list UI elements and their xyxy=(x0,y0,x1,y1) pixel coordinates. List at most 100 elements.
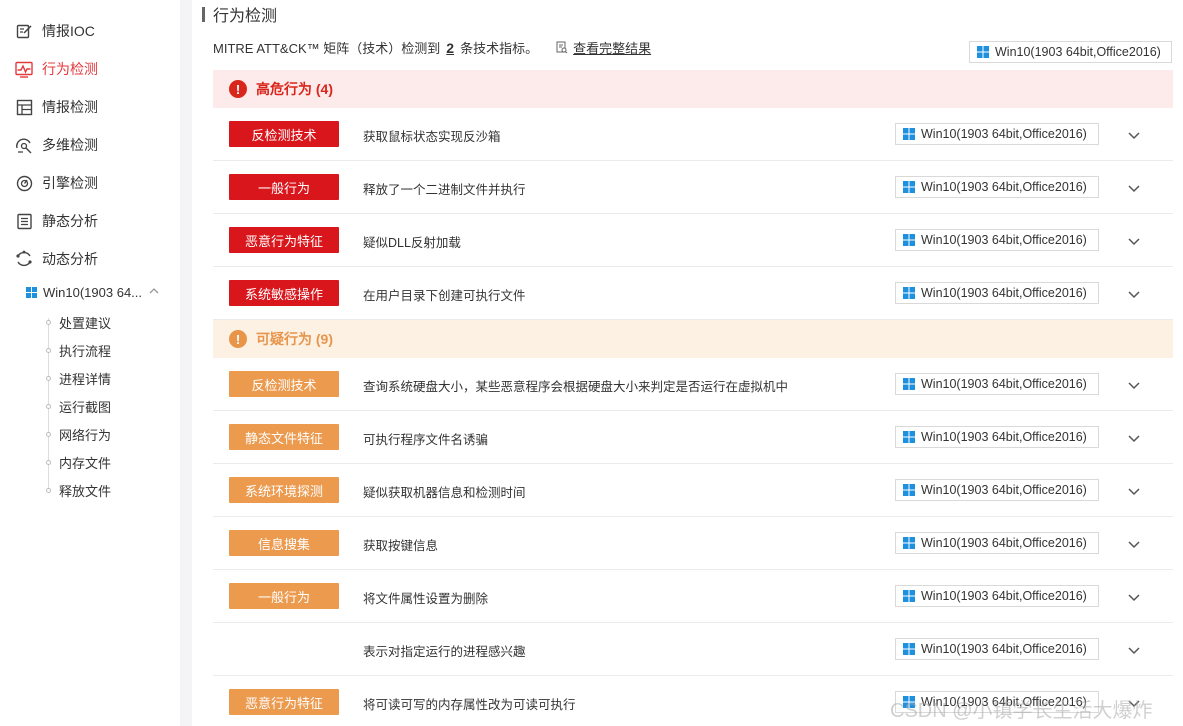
expand-row-button[interactable] xyxy=(1125,179,1143,197)
behavior-row: 表示对指定运行的进程感兴趣 Win10(1903 64bit,Office201… xyxy=(213,623,1173,676)
sidebar-item-label: 多维检测 xyxy=(42,137,98,153)
sidebar-env-toggle[interactable]: Win10(1903 64... xyxy=(26,280,176,304)
engine-gauge-icon xyxy=(15,174,33,192)
group-header-label: 高危行为 (4) xyxy=(256,81,333,97)
watermark: CSDN @小镇学长生活大爆炸 xyxy=(890,700,1153,722)
sidebar-item-dynamic-analysis[interactable]: 动态分析 xyxy=(0,240,180,278)
behavior-desc: 将文件属性设置为删除 xyxy=(363,592,489,606)
sidebar-item-label: 情报检测 xyxy=(42,99,98,115)
chevron-down-icon xyxy=(1128,647,1140,655)
sidebar-sub-item-memory[interactable]: 内存文件 xyxy=(46,450,111,474)
sidebar-sub-item-label: 释放文件 xyxy=(59,483,112,499)
env-badge: Win10(1903 64bit,Office2016) xyxy=(895,282,1099,304)
windows-icon xyxy=(903,378,915,390)
env-badge: Win10(1903 64bit,Office2016) xyxy=(895,585,1099,607)
sidebar-item-label: 静态分析 xyxy=(42,213,98,229)
behavior-desc: 释放了一个二进制文件并执行 xyxy=(363,183,526,197)
sidebar-sub-item-disposal[interactable]: 处置建议 xyxy=(46,310,111,334)
windows-icon xyxy=(903,128,915,140)
chevron-down-icon xyxy=(1128,382,1140,390)
env-badge: Win10(1903 64bit,Office2016) xyxy=(895,426,1099,448)
chevron-up-icon xyxy=(149,288,159,294)
windows-icon xyxy=(977,46,989,58)
view-full-results-link[interactable]: 查看完整结果 xyxy=(556,38,651,57)
env-badge: Win10(1903 64bit,Office2016) xyxy=(895,176,1099,198)
sidebar-item-behavior-detection[interactable]: 行为检测 xyxy=(0,50,180,88)
group-header-suspicious: ! 可疑行为 (9) xyxy=(213,320,1173,358)
chevron-down-icon xyxy=(1128,132,1140,140)
behavior-tag: 静态文件特征 xyxy=(229,424,339,450)
behavior-row: 反检测技术 查询系统硬盘大小，某些恶意程序会根据硬盘大小来判定是否运行在虚拟机中… xyxy=(213,358,1173,411)
sidebar-item-intel-ioc[interactable]: 情报IOC xyxy=(0,12,180,50)
summary-count[interactable]: 2 xyxy=(446,40,454,56)
env-badge-label: Win10(1903 64bit,Office2016) xyxy=(921,233,1087,247)
refresh-cycle-icon xyxy=(15,250,33,268)
sidebar-sub-item-process[interactable]: 进程详情 xyxy=(46,366,111,390)
behavior-tag: 恶意行为特征 xyxy=(229,227,339,253)
edit-note-icon xyxy=(15,22,33,40)
sidebar-sub-item-label: 进程详情 xyxy=(59,371,112,387)
windows-icon xyxy=(26,286,37,298)
expand-row-button[interactable] xyxy=(1125,126,1143,144)
sidebar-sub-item-network[interactable]: 网络行为 xyxy=(46,422,111,446)
behavior-tag: 一般行为 xyxy=(229,174,339,200)
chevron-down-icon xyxy=(1128,291,1140,299)
main-panel: 行为检测 MITRE ATT&CK™ 矩阵（技术）检测到 2 条技术指标。 查看… xyxy=(192,0,1183,726)
env-selector-label: Win10(1903 64bit,Office2016) xyxy=(995,45,1161,59)
title-bar xyxy=(202,6,205,22)
env-badge-label: Win10(1903 64bit,Office2016) xyxy=(921,589,1087,603)
behavior-row: 反检测技术 获取鼠标状态实现反沙箱 Win10(1903 64bit,Offic… xyxy=(213,108,1173,161)
expand-row-button[interactable] xyxy=(1125,588,1143,606)
chevron-down-icon xyxy=(1128,185,1140,193)
behavior-tag: 信息搜集 xyxy=(229,530,339,556)
windows-icon xyxy=(903,181,915,193)
sidebar-sub-item-screenshot[interactable]: 运行截图 xyxy=(46,394,111,418)
group-header-high-risk: ! 高危行为 (4) xyxy=(213,70,1173,108)
behavior-row: 恶意行为特征 疑似DLL反射加载 Win10(1903 64bit,Office… xyxy=(213,214,1173,267)
warning-icon: ! xyxy=(229,330,247,348)
sidebar-sub-item-label: 运行截图 xyxy=(59,399,112,415)
sidebar-item-multi-detection[interactable]: 多维检测 xyxy=(0,126,180,164)
summary-line: MITRE ATT&CK™ 矩阵（技术）检测到 2 条技术指标。 查看完整结果 xyxy=(213,38,651,57)
behavior-row: 一般行为 释放了一个二进制文件并执行 Win10(1903 64bit,Offi… xyxy=(213,161,1173,214)
env-badge: Win10(1903 64bit,Office2016) xyxy=(895,123,1099,145)
env-badge: Win10(1903 64bit,Office2016) xyxy=(895,532,1099,554)
sidebar-item-label: 引擎检测 xyxy=(42,175,98,191)
behavior-tag: 反检测技术 xyxy=(229,371,339,397)
sidebar-item-engine-detection[interactable]: 引擎检测 xyxy=(0,164,180,202)
sidebar-sub-item-released[interactable]: 释放文件 xyxy=(46,478,111,502)
expand-row-button[interactable] xyxy=(1125,376,1143,394)
env-selector[interactable]: Win10(1903 64bit,Office2016) xyxy=(969,41,1172,63)
expand-row-button[interactable] xyxy=(1125,482,1143,500)
list-doc-icon xyxy=(15,212,33,230)
sidebar-item-static-analysis[interactable]: 静态分析 xyxy=(0,202,180,240)
sidebar-item-label: 行为检测 xyxy=(42,61,98,77)
tree-dot xyxy=(46,347,51,353)
sidebar-sub-item-label: 执行流程 xyxy=(59,343,112,359)
chevron-down-icon xyxy=(1128,594,1140,602)
tree-dot xyxy=(46,375,51,381)
behavior-tag: 一般行为 xyxy=(229,583,339,609)
expand-row-button[interactable] xyxy=(1125,535,1143,553)
expand-row-button[interactable] xyxy=(1125,641,1143,659)
layout-grid-icon xyxy=(15,98,33,116)
chevron-down-icon xyxy=(1128,488,1140,496)
behavior-desc: 获取按键信息 xyxy=(363,539,439,553)
sidebar-sub-item-exec-flow[interactable]: 执行流程 xyxy=(46,338,111,362)
expand-row-button[interactable] xyxy=(1125,285,1143,303)
env-badge: Win10(1903 64bit,Office2016) xyxy=(895,229,1099,251)
sidebar-env-label: Win10(1903 64... xyxy=(43,284,143,300)
windows-icon xyxy=(903,287,915,299)
pulse-chart-icon xyxy=(15,60,33,78)
env-badge-label: Win10(1903 64bit,Office2016) xyxy=(921,127,1087,141)
behavior-desc: 获取鼠标状态实现反沙箱 xyxy=(363,130,501,144)
expand-row-button[interactable] xyxy=(1125,232,1143,250)
expand-row-button[interactable] xyxy=(1125,429,1143,447)
view-full-results-text: 查看完整结果 xyxy=(573,41,652,56)
env-badge-label: Win10(1903 64bit,Office2016) xyxy=(921,483,1087,497)
behavior-desc: 疑似获取机器信息和检测时间 xyxy=(363,486,526,500)
env-badge-label: Win10(1903 64bit,Office2016) xyxy=(921,377,1087,391)
sidebar-item-intel-detection[interactable]: 情报检测 xyxy=(0,88,180,126)
chevron-down-icon xyxy=(1128,541,1140,549)
env-badge-label: Win10(1903 64bit,Office2016) xyxy=(921,536,1087,550)
